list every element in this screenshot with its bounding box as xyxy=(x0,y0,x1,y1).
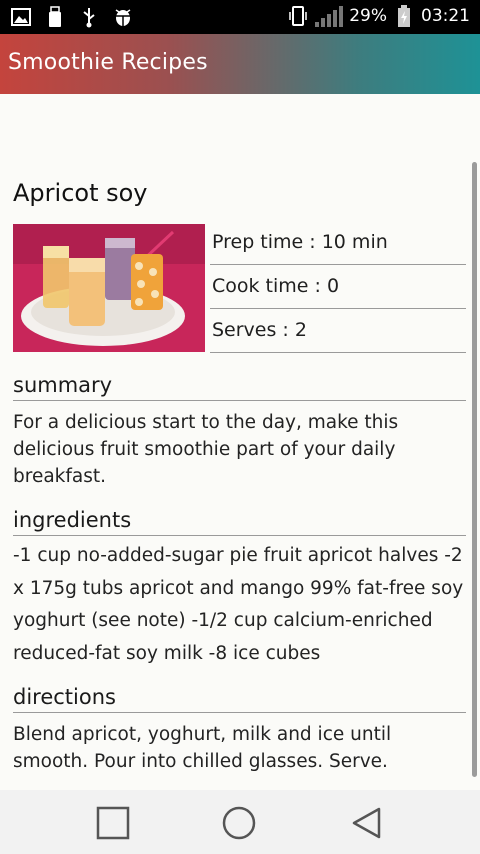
navigation-bar xyxy=(0,790,480,854)
serves: Serves : 2 xyxy=(212,319,307,341)
square-icon xyxy=(96,806,130,840)
prep-time-row: Prep time : 10 min xyxy=(210,223,466,265)
recipe-content[interactable]: Apricot soy Prep time : 10 min Cook time… xyxy=(0,94,480,790)
signal-icon xyxy=(315,5,344,27)
status-system: 29% 03:21 xyxy=(287,5,470,27)
directions-text: Blend apricot, yoghurt, milk and ice unt… xyxy=(13,724,392,772)
usb-drive-icon xyxy=(44,6,66,28)
android-debug-icon xyxy=(112,6,134,28)
usb-icon xyxy=(78,6,100,28)
back-button[interactable] xyxy=(347,804,385,842)
cook-time-row: Cook time : 0 xyxy=(210,267,466,309)
status-notifications xyxy=(10,6,134,28)
app-bar: Smoothie Recipes xyxy=(0,34,480,94)
serves-row: Serves : 2 xyxy=(210,311,466,353)
app-title: Smoothie Recipes xyxy=(8,50,208,75)
recipe-image xyxy=(13,224,205,352)
battery-charging-icon xyxy=(393,5,415,27)
recipe-title: Apricot soy xyxy=(13,179,148,207)
clock: 03:21 xyxy=(421,6,470,26)
ingredients-text: -1 cup no-added-sugar pie fruit apricot … xyxy=(13,545,464,664)
battery-percent: 29% xyxy=(349,6,387,26)
circle-icon xyxy=(222,806,256,840)
scrollbar[interactable] xyxy=(472,162,477,777)
cook-time: Cook time : 0 xyxy=(212,275,340,297)
back-triangle-icon xyxy=(352,807,381,839)
recent-apps-button[interactable] xyxy=(94,804,132,842)
prep-time: Prep time : 10 min xyxy=(212,231,388,253)
home-button[interactable] xyxy=(220,804,258,842)
status-bar: 29% 03:21 xyxy=(0,0,480,34)
summary-heading: summary xyxy=(13,373,466,401)
directions-heading: directions xyxy=(13,685,466,713)
vibrate-icon xyxy=(287,5,309,27)
summary-text: For a delicious start to the day, make t… xyxy=(13,412,399,487)
image-icon xyxy=(10,6,32,28)
ingredients-heading: ingredients xyxy=(13,508,466,536)
